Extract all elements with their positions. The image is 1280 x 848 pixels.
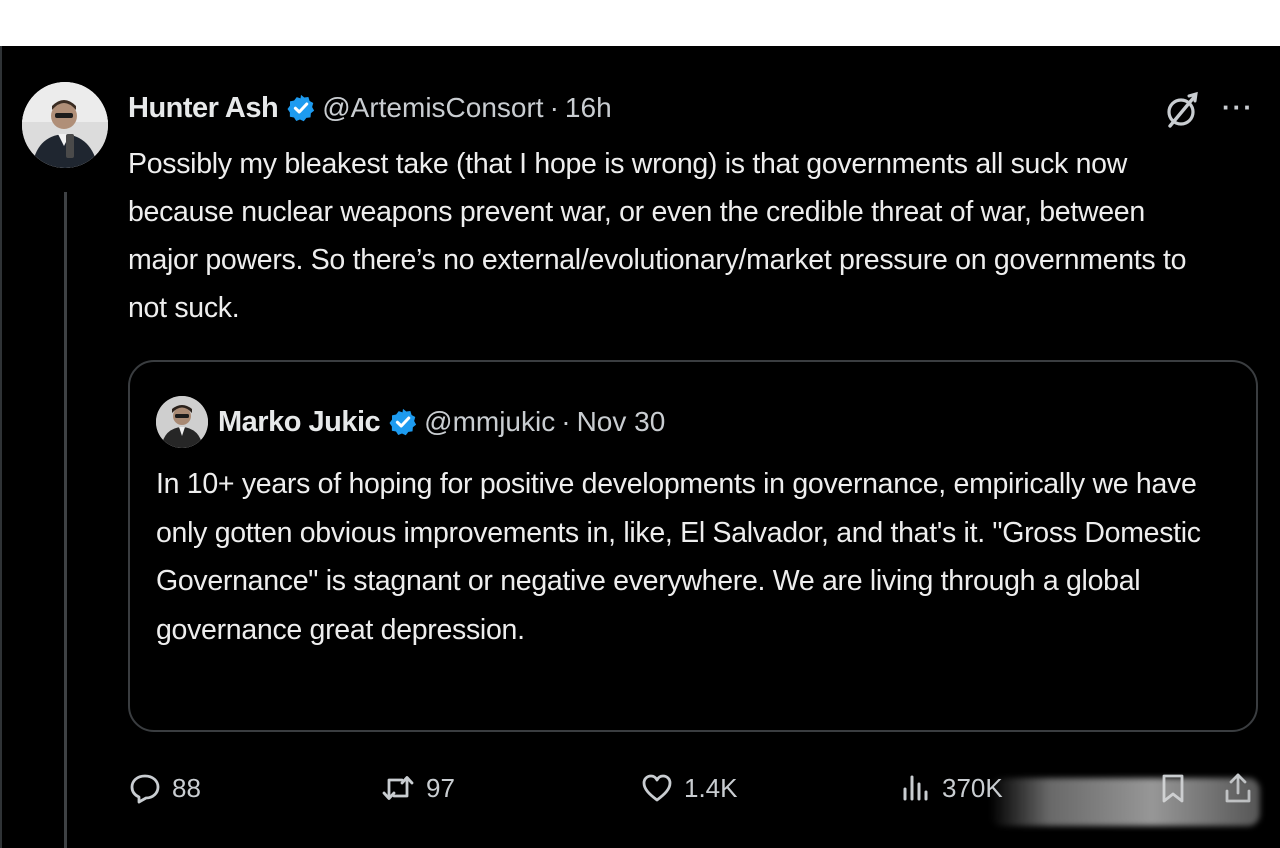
- avatar-photo-icon: [22, 82, 108, 168]
- repost-count: 97: [426, 772, 455, 803]
- quoted-tweet-card[interactable]: Marko Jukic @mmjukic · Nov 30 In 10+ yea…: [128, 360, 1258, 732]
- like-button[interactable]: 1.4K: [640, 766, 738, 810]
- views-button[interactable]: 370K: [898, 766, 1003, 810]
- header-separator: ·: [549, 92, 559, 123]
- like-icon: [640, 771, 674, 805]
- watermark-smudge: [990, 778, 1260, 826]
- quoted-tweet-text: In 10+ years of hoping for positive deve…: [156, 468, 1201, 646]
- quoted-header-separator: ·: [561, 406, 571, 437]
- repost-icon: [380, 771, 416, 805]
- tweet-time[interactable]: 16h: [565, 92, 612, 124]
- quoted-verified-badge-icon: [388, 407, 418, 437]
- quoted-tweet-header: Marko Jukic @mmjukic · Nov 30: [218, 400, 665, 444]
- avatar[interactable]: [22, 82, 108, 168]
- like-count: 1.4K: [684, 772, 738, 803]
- thread-line: [64, 192, 67, 848]
- quoted-author-name[interactable]: Marko Jukic: [218, 406, 381, 439]
- verified-badge-icon: [286, 93, 316, 123]
- reply-button[interactable]: 88: [128, 766, 201, 810]
- repost-button[interactable]: 97: [380, 766, 455, 810]
- views-icon: [898, 771, 932, 805]
- reply-icon: [128, 771, 162, 805]
- quoted-avatar-photo-icon: [156, 396, 208, 448]
- left-edge-divider: [0, 46, 2, 848]
- author-name[interactable]: Hunter Ash: [128, 92, 279, 125]
- top-white-band: [0, 0, 1280, 46]
- grok-icon[interactable]: [1162, 90, 1202, 130]
- tweet-header: Hunter Ash @ArtemisConsort · 16h: [128, 86, 612, 130]
- more-options-icon[interactable]: ···: [1222, 92, 1258, 122]
- tweet-text: Possibly my bleakest take (that I hope i…: [128, 148, 1187, 324]
- author-handle[interactable]: @ArtemisConsort: [322, 92, 543, 124]
- quoted-tweet-date: Nov 30: [576, 406, 666, 437]
- reply-count: 88: [172, 772, 201, 803]
- quoted-avatar: [156, 396, 208, 448]
- quoted-author-handle[interactable]: @mmjukic: [424, 406, 555, 438]
- tweet-screenshot: Hunter Ash @ArtemisConsort · 16h ··· Pos…: [0, 0, 1280, 848]
